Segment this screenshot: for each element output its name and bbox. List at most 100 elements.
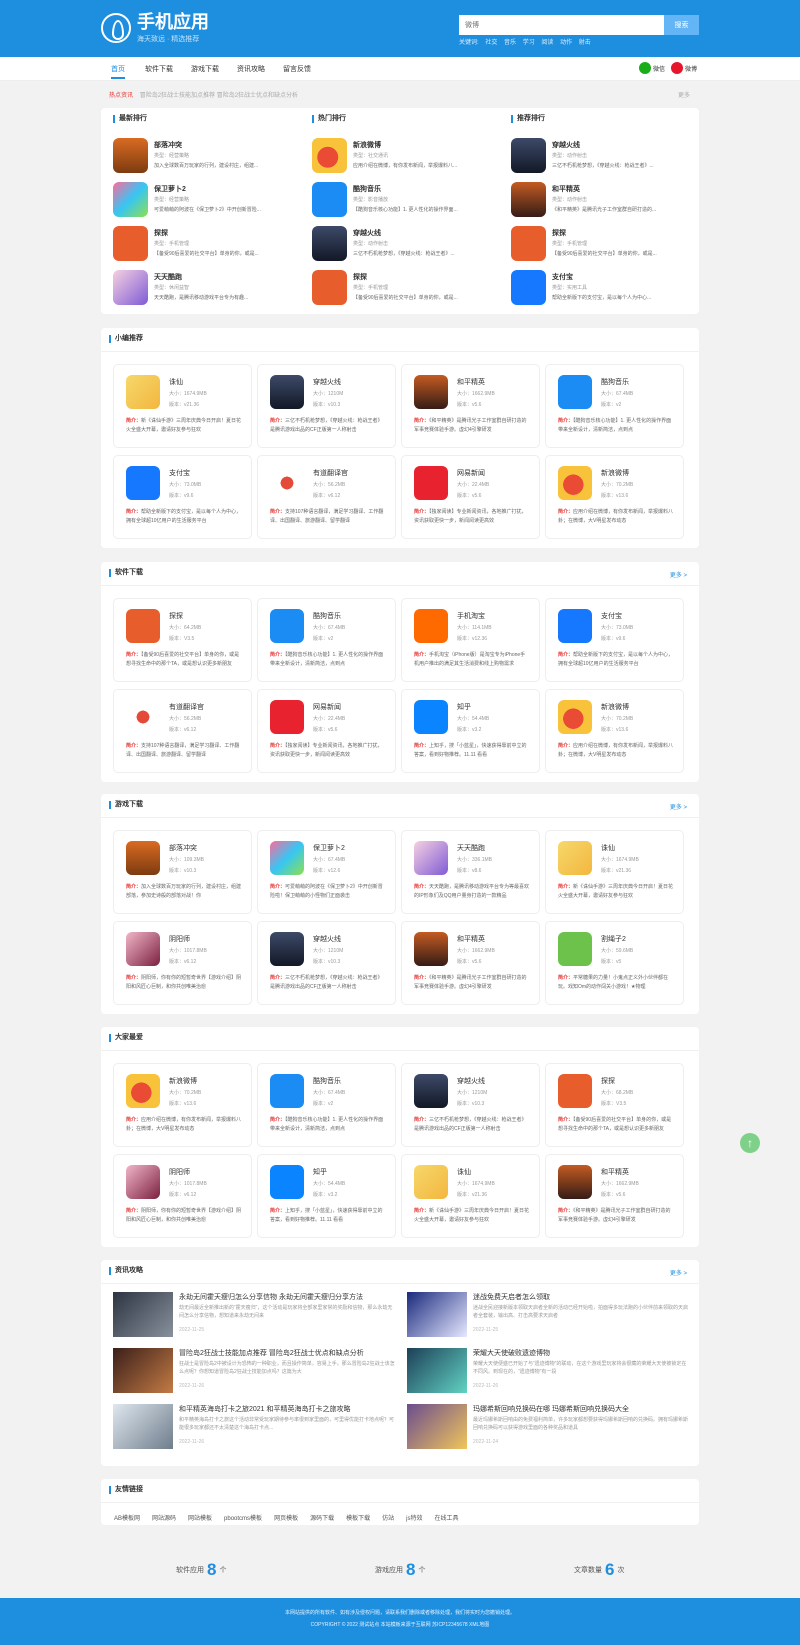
app-card[interactable]: 酷狗音乐 大小：67.4MB 版本：v2 简介：【酷狗音乐核心功能】1. 更人性化的操… [257,598,396,682]
more-link[interactable]: 更多 > [670,570,687,579]
friend-link[interactable]: pbootcms模板 [224,1513,262,1522]
app-card[interactable]: 和平精英 大小：1662.9MB 版本：v5.6 简介：《和平精英》是腾讯光子工作室群… [401,921,540,1005]
more-link[interactable]: 更多 > [670,1268,687,1277]
search-input[interactable] [459,15,664,35]
rank-item[interactable]: 新浪微博 类型：社交通讯 应用介绍在微博，有你发布新闻，举报爆料八... [312,138,510,177]
app-card[interactable]: 酷狗音乐 大小：67.4MB 版本：v2 简介：【酷狗音乐核心功能】1. 更人性化的操… [545,364,684,448]
weibo-link[interactable]: 微博 [671,62,697,74]
nav-home[interactable]: 首页 [111,64,125,79]
hotword-link[interactable]: 阅读 [541,40,553,46]
app-card[interactable]: 支付宝 大小：73.0MB 版本：v9.6 简介：帮助全新版下的支付宝，是以每个人为中… [545,598,684,682]
app-card[interactable]: 阴阳师 大小：1017.8MB 版本：v6.12 简介：阴阳师，你有你的短暂奇世界【游… [113,921,252,1005]
app-card[interactable]: 割绳子2 大小：59.6MB 版本：v5 简介：平常糖果的力量！小鬼点正义外小伙伴都在… [545,921,684,1005]
news-item[interactable]: 玛娜希斯回响兑换码在哪 玛娜希斯回响兑换码大全 最近玛娜希斯回响由的免费福利简单，… [407,1404,692,1451]
news-title: 荣耀大天使破败遗迹博物 [473,1350,550,1357]
app-card[interactable]: 手机淘宝 大小：114.1MB 版本：v12.36 简介：手机淘宝（iPhone版）是… [401,598,540,682]
app-version: 版本：v2 [601,402,622,408]
app-card[interactable]: 有道翻译官 大小：56.2MB 版本：v6.12 简介：支持107种语言翻译，满足学习… [113,689,252,773]
hotword-link[interactable]: 动作 [560,40,572,46]
app-card[interactable]: 网易新闻 大小：22.4MB 版本：v5.6 简介：【独家阅读】专业新闻资讯，各地推广… [257,689,396,773]
news-item[interactable]: 永劫无间霍天瘦归怎么分享信物 永劫无间霍天瘦归分享方法 劫无间最近全新推出新的“霍… [113,1292,398,1339]
friend-link[interactable]: js特效 [406,1513,422,1522]
app-card[interactable]: 和平精英 大小：1662.9MB 版本：v5.6 简介：《和平精英》是腾讯光子工作室群… [545,1154,684,1238]
rank-item[interactable]: 探探 类型：手机管理 【备受90后喜爱的社交平台】单身的你，或是... [511,226,709,265]
app-card[interactable]: 诛仙 大小：1674.9MB 版本：v21.36 简介：新《诛仙手游》三周年庆典今日开… [545,830,684,914]
section-title: 大家最爱 [109,1034,143,1042]
app-card[interactable]: 酷狗音乐 大小：67.4MB 版本：v2 简介：【酷狗音乐核心功能】1. 更人性化的操… [257,1063,396,1147]
rank-item[interactable]: 支付宝 类型：实用工具 帮助全新版下的支付宝，是以每个人为中心... [511,270,709,309]
app-card[interactable]: 探探 大小：64.2MB 版本：V3.5 简介：【备受90后喜爱的社交平台】单身的你，… [113,598,252,682]
news-item[interactable]: 和平精英海岛打卡之旅2021 和平精英海岛打卡之旅攻略 和平精英海岛打卡之旅这个活… [113,1404,398,1451]
hotword-link[interactable]: 社交 [485,40,497,46]
rank-item[interactable]: 保卫萝卜2 类型：经营策略 可爱萌萌的阿波在《保卫萝卜2》中开创新冒险... [113,182,311,221]
rank-item[interactable]: 穿越火线 类型：动作射击 三亿不朽机枪梦想，《穿越火线：枪战王者》... [511,138,709,177]
friend-links-panel: 友情链接 AB模板网 网站源码 网站模板 pbootcms模板 网页模板 源码下… [101,1479,699,1525]
friend-link[interactable]: AB模板网 [114,1513,140,1522]
app-version: 版本：v6.12 [169,1192,197,1198]
app-desc: 简介：支持107种语言翻译，满足学习翻译、工作翻译、出国翻译、旅游翻译、留学翻译 [126,743,240,758]
app-card[interactable]: 穿越火线 大小：1210M 版本：v10.3 简介：三亿不朽机枪梦想，《穿越火线：枪战… [257,364,396,448]
app-card[interactable]: 支付宝 大小：73.0MB 版本：v9.6 简介：帮助全新版下的支付宝，是以每个人为中… [113,455,252,539]
app-card[interactable]: 阴阳师 大小：1017.8MB 版本：v6.12 简介：阴阳师，你有你的短暂奇世界【游… [113,1154,252,1238]
app-card[interactable]: 新浪微博 大小：70.2MB 版本：v13.6 简介：应用介绍在微博，有你发布新闻，举… [545,455,684,539]
rank-item[interactable]: 探探 类型：手机管理 【备受90后喜爱的社交平台】单身的你，或是... [113,226,311,265]
friend-link[interactable]: 网站模板 [188,1513,212,1522]
app-name: 阴阳师 [169,1169,190,1176]
app-desc: 简介：天天酷跑，是腾讯移动游戏平台专为等最喜欢的IP形象们及QQ用户量身打造的一… [414,884,530,899]
app-card[interactable]: 穿越火线 大小：1210M 版本：v10.3 简介：三亿不朽机枪梦想，《穿越火线：枪战… [257,921,396,1005]
app-card[interactable]: 知乎 大小：54.4MB 版本：v3.2 简介：上知乎，搜「小蓝星」，快速获得靠前中立… [401,689,540,773]
app-card[interactable]: 天天酷跑 大小：336.1MB 版本：v8.6 简介：天天酷跑，是腾讯移动游戏平台专为… [401,830,540,914]
rank-item[interactable]: 和平精英 类型：动作射击 《和平精英》是腾讯光子工作室群自研打造的... [511,182,709,221]
friend-link[interactable]: 模板下载 [346,1513,370,1522]
hotword-link[interactable]: 音乐 [504,40,516,46]
friend-link[interactable]: 仿站 [382,1513,394,1522]
news-thumbnail [407,1348,467,1393]
footer-copyright[interactable]: COPYRIGHT © 2022 测试站点 本站模板来源于互联网 苏ICP123… [0,1621,800,1628]
rank-item[interactable]: 穿越火线 类型：动作射击 三亿不朽机枪梦想，《穿越火线：枪战王者》... [312,226,510,265]
nav-news[interactable]: 资讯攻略 [237,64,265,74]
notice-text[interactable]: 冒险岛2狂战士技能加点推荐 冒险岛2狂战士优点和缺点分析 [140,93,298,99]
back-to-top-icon[interactable]: ↑ [740,1133,760,1153]
weibo-icon [671,62,683,74]
rank-item[interactable]: 部落冲突 类型：经营策略 加入全球数百万玩家的行列，建设村庄，组建... [113,138,311,177]
app-card[interactable]: 有道翻译官 大小：56.2MB 版本：v6.12 简介：支持107种语言翻译，满足学习… [257,455,396,539]
app-card[interactable]: 部落冲突 大小：109.3MB 版本：v10.3 简介：加入全球数百万玩家的行列，建设… [113,830,252,914]
search-button[interactable]: 搜索 [664,15,699,35]
app-card[interactable]: 新浪微博 大小：70.2MB 版本：v13.6 简介：应用介绍在微博，有你发布新闻，举… [113,1063,252,1147]
section-title: 资讯攻略 [109,1267,143,1275]
news-item[interactable]: 迷战免费天启者怎么领取 迷战全民迎接新版本领取天启者全新的活动已经开始啦，拍面得多… [407,1292,692,1339]
app-card[interactable]: 网易新闻 大小：22.4MB 版本：v5.6 简介：【独家阅读】专业新闻资讯，各地推广… [401,455,540,539]
rank-item[interactable]: 酷狗音乐 类型：影音播放 【酷狗音乐核心功能】1. 更人性化的操作界面... [312,182,510,221]
app-size: 大小：67.4MB [313,625,346,631]
app-desc: 简介：帮助全新版下的支付宝，是以每个人为中心，拥有全球超10亿用户的生活服务平台 [558,652,674,667]
search-form: 搜索 [459,15,699,35]
app-card[interactable]: 新浪微博 大小：70.2MB 版本：v13.6 简介：应用介绍在微博，有你发布新闻，举… [545,689,684,773]
app-card[interactable]: 探探 大小：68.2MB 版本：V3.5 简介：【备受90后喜爱的社交平台】单身的你，… [545,1063,684,1147]
notice-more-link[interactable]: 更多 [678,90,690,99]
friend-link[interactable]: 源码下载 [310,1513,334,1522]
nav-games[interactable]: 游戏下载 [191,64,219,74]
app-card[interactable]: 穿越火线 大小：1210M 版本：v10.3 简介：三亿不朽机枪梦想，《穿越火线：枪战… [401,1063,540,1147]
nav-feedback[interactable]: 留言反馈 [283,64,311,74]
friend-link[interactable]: 网站源码 [152,1513,176,1522]
news-item[interactable]: 荣耀大天使破败遗迹博物 荣耀大天使便盛已开始了与“遗迹博物”的联动，在这个游戏里玩… [407,1348,692,1395]
news-item[interactable]: 冒险岛2狂战士技能加点推荐 冒险岛2狂战士优点和缺点分析 狂战士是冒险岛2中被设计… [113,1348,398,1395]
wechat-link[interactable]: 微信 [639,62,665,74]
rank-item[interactable]: 天天酷跑 类型：休闲益智 天天酷跑，是腾讯移动游戏平台专为有趣... [113,270,311,309]
app-card[interactable]: 和平精英 大小：1662.9MB 版本：v5.6 简介：《和平精英》是腾讯光子工作室群… [401,364,540,448]
rank-item[interactable]: 探探 类型：手机管理 【备受90后喜爱的社交平台】单身的你，或是... [312,270,510,309]
app-card[interactable]: 保卫萝卜2 大小：67.4MB 版本：v12.6 简介：可爱萌萌的阿波在《保卫萝卜2》… [257,830,396,914]
app-card[interactable]: 诛仙 大小：1674.9MB 版本：v21.36 简介：新《诛仙手游》三周年庆典今日开… [401,1154,540,1238]
hotword-link[interactable]: 射击 [579,40,591,46]
weibo-app-icon [312,138,347,173]
nav-software[interactable]: 软件下载 [145,64,173,74]
friend-link[interactable]: 在线工具 [434,1513,458,1522]
friend-link[interactable]: 网页模板 [274,1513,298,1522]
app-card[interactable]: 知乎 大小：54.4MB 版本：v3.2 简介：上知乎，搜「小蓝星」，快速获得靠前中立… [257,1154,396,1238]
site-logo[interactable]: 手机应用 海天致远 · 精选推荐 [101,12,209,44]
app-card[interactable]: 诛仙 大小：1674.9MB 版本：v21.36 简介：新《诛仙手游》三周年庆典今日开… [113,364,252,448]
app-version: 版本：V3.5 [169,636,195,642]
more-link[interactable]: 更多 > [670,802,687,811]
app-name: 部落冲突 [169,845,197,852]
hotword-link[interactable]: 学习 [523,40,535,46]
